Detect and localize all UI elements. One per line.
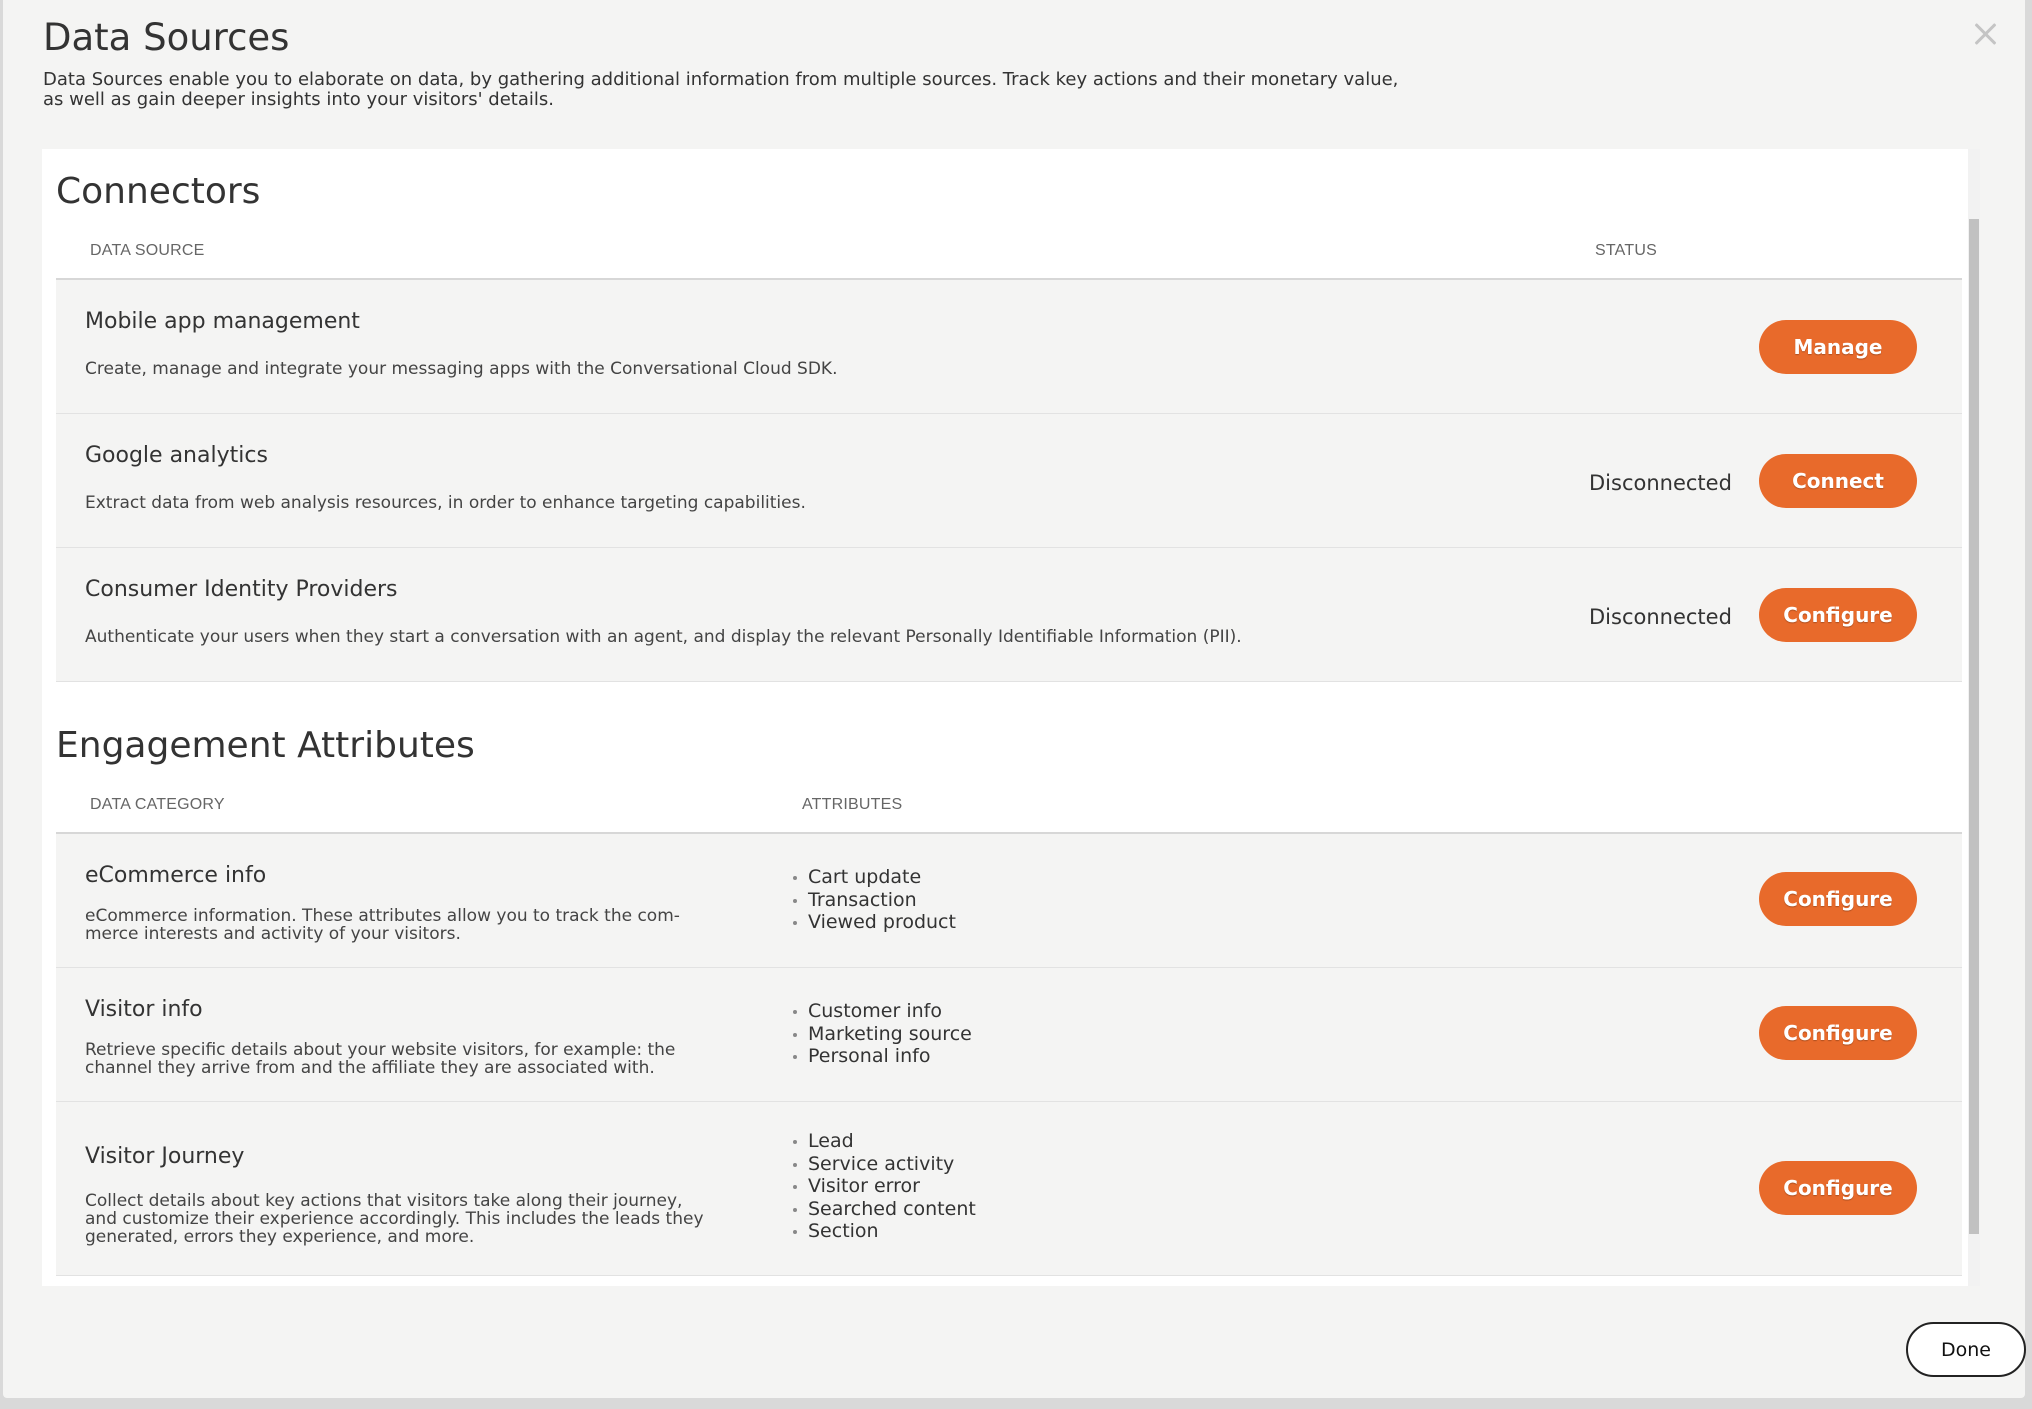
row-title: eCommerce info — [85, 863, 267, 888]
row-description: Collect details about key actions that v… — [85, 1191, 704, 1247]
attribute-item: Section — [792, 1220, 976, 1243]
col-header-attributes: ATTRIBUTES — [802, 796, 903, 813]
attribute-row-ecommerce: eCommerce info eCommerce information. Th… — [56, 834, 1962, 968]
status-text: Disconnected — [1589, 605, 1732, 629]
data-sources-modal: Data Sources Data Sources enable you to … — [3, 0, 2026, 1398]
attribute-item: Personal info — [792, 1045, 972, 1068]
row-title: Visitor Journey — [85, 1144, 245, 1169]
attribute-item: Transaction — [792, 889, 956, 912]
attribute-item: Cart update — [792, 866, 956, 889]
connector-row-mobile-app: Mobile app management Create, manage and… — [56, 280, 1962, 414]
attribute-item: Lead — [792, 1130, 976, 1153]
row-description: Extract data from web analysis resources… — [85, 493, 806, 513]
manage-button[interactable]: Manage — [1759, 320, 1917, 374]
col-header-data-source: DATA SOURCE — [90, 242, 205, 259]
attribute-row-visitor-journey: Visitor Journey Collect details about ke… — [56, 1102, 1962, 1276]
row-description: eCommerce information. These attributes … — [85, 906, 680, 944]
scrollbar[interactable] — [1968, 149, 1980, 1286]
close-icon[interactable] — [1965, 14, 2005, 54]
row-title: Google analytics — [85, 443, 268, 468]
scroll-content: Connectors DATA SOURCE STATUS Mobile app… — [42, 149, 1968, 1286]
row-title: Visitor info — [85, 997, 203, 1022]
configure-button[interactable]: Configure — [1759, 1161, 1917, 1215]
configure-button[interactable]: Configure — [1759, 872, 1917, 926]
attribute-list: Customer info Marketing source Personal … — [792, 1000, 972, 1068]
row-description: Retrieve specific details about your web… — [85, 1040, 676, 1078]
engagement-title: Engagement Attributes — [56, 725, 475, 766]
col-header-data-category: DATA CATEGORY — [90, 796, 225, 813]
done-button[interactable]: Done — [1906, 1322, 2026, 1377]
attribute-row-visitor-info: Visitor info Retrieve specific details a… — [56, 968, 1962, 1102]
attribute-item: Marketing source — [792, 1023, 972, 1046]
row-description: Create, manage and integrate your messag… — [85, 359, 838, 379]
row-title: Mobile app management — [85, 309, 360, 334]
configure-button[interactable]: Configure — [1759, 588, 1917, 642]
scrollbar-thumb[interactable] — [1969, 219, 1979, 1234]
attribute-item: Customer info — [792, 1000, 972, 1023]
attribute-list: Lead Service activity Visitor error Sear… — [792, 1130, 976, 1243]
connector-row-google-analytics: Google analytics Extract data from web a… — [56, 414, 1962, 548]
connectors-title: Connectors — [56, 171, 261, 212]
modal-description: Data Sources enable you to elaborate on … — [43, 69, 1399, 110]
attribute-item: Viewed product — [792, 911, 956, 934]
attribute-item: Service activity — [792, 1153, 976, 1176]
connect-button[interactable]: Connect — [1759, 454, 1917, 508]
attribute-list: Cart update Transaction Viewed product — [792, 866, 956, 934]
attribute-item: Visitor error — [792, 1175, 976, 1198]
modal-title: Data Sources — [43, 16, 290, 59]
row-description: Authenticate your users when they start … — [85, 627, 1242, 647]
configure-button[interactable]: Configure — [1759, 1006, 1917, 1060]
status-text: Disconnected — [1589, 471, 1732, 495]
col-header-status: STATUS — [1595, 242, 1657, 259]
attribute-item: Searched content — [792, 1198, 976, 1221]
connector-row-identity-providers: Consumer Identity Providers Authenticate… — [56, 548, 1962, 682]
row-title: Consumer Identity Providers — [85, 577, 398, 602]
